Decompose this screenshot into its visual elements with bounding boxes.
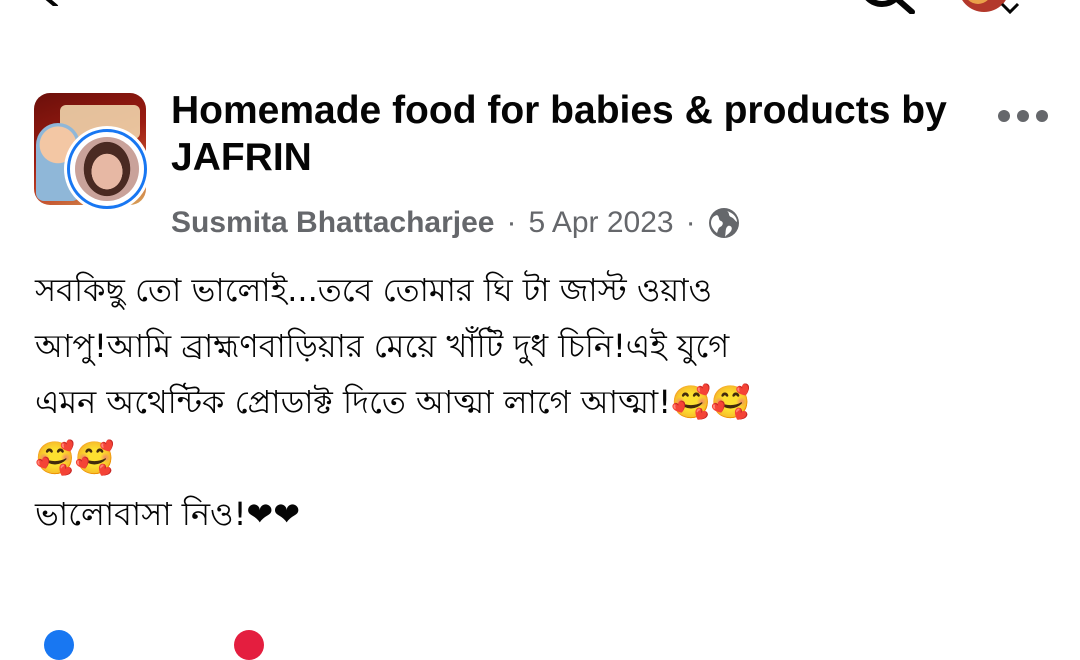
more-options-icon-dot [1036, 110, 1048, 122]
group-name[interactable]: Homemade food for babies & products by J… [171, 87, 971, 181]
more-options-icon [998, 110, 1010, 122]
post-text-line: আপু!আমি ব্রাহ্মণবাড়িয়ার মেয়ে খাঁটি দু… [35, 327, 730, 365]
meta-separator: · [685, 206, 696, 239]
post-text-line: এমন অথেন্টিক প্রোডাক্ট দিতে আত্মা লাগে আ… [35, 383, 751, 421]
post-text: সবকিছু তো ভালোই...তবে তোমার ঘি টা জাস্ট … [35, 262, 1065, 542]
meta-separator: · [506, 206, 517, 239]
post-text-line: সবকিছু তো ভালোই...তবে তোমার ঘি টা জাস্ট … [35, 271, 713, 309]
author-photo [75, 137, 139, 201]
back-arrow-icon[interactable] [38, 0, 78, 6]
post-meta: Susmita Bhattacharjee · 5 Apr 2023 · [171, 201, 740, 245]
group-avatar[interactable] [34, 93, 156, 215]
top-bar [0, 0, 1080, 16]
author-avatar[interactable] [64, 126, 150, 212]
more-options-icon-dot [1017, 110, 1029, 122]
love-reaction-icon [234, 630, 264, 660]
post-text-line: ভালোবাসা নিও!❤❤ [35, 495, 301, 533]
post-text-line: 🥰🥰 [35, 439, 115, 477]
like-reaction-icon [44, 630, 74, 660]
author-name[interactable]: Susmita Bhattacharjee [171, 206, 494, 240]
post-date[interactable]: 5 Apr 2023 [528, 206, 673, 240]
more-options-button[interactable] [990, 100, 1058, 130]
globe-icon[interactable] [708, 207, 740, 239]
search-icon[interactable] [860, 0, 916, 14]
profile-avatar[interactable] [958, 0, 1022, 15]
